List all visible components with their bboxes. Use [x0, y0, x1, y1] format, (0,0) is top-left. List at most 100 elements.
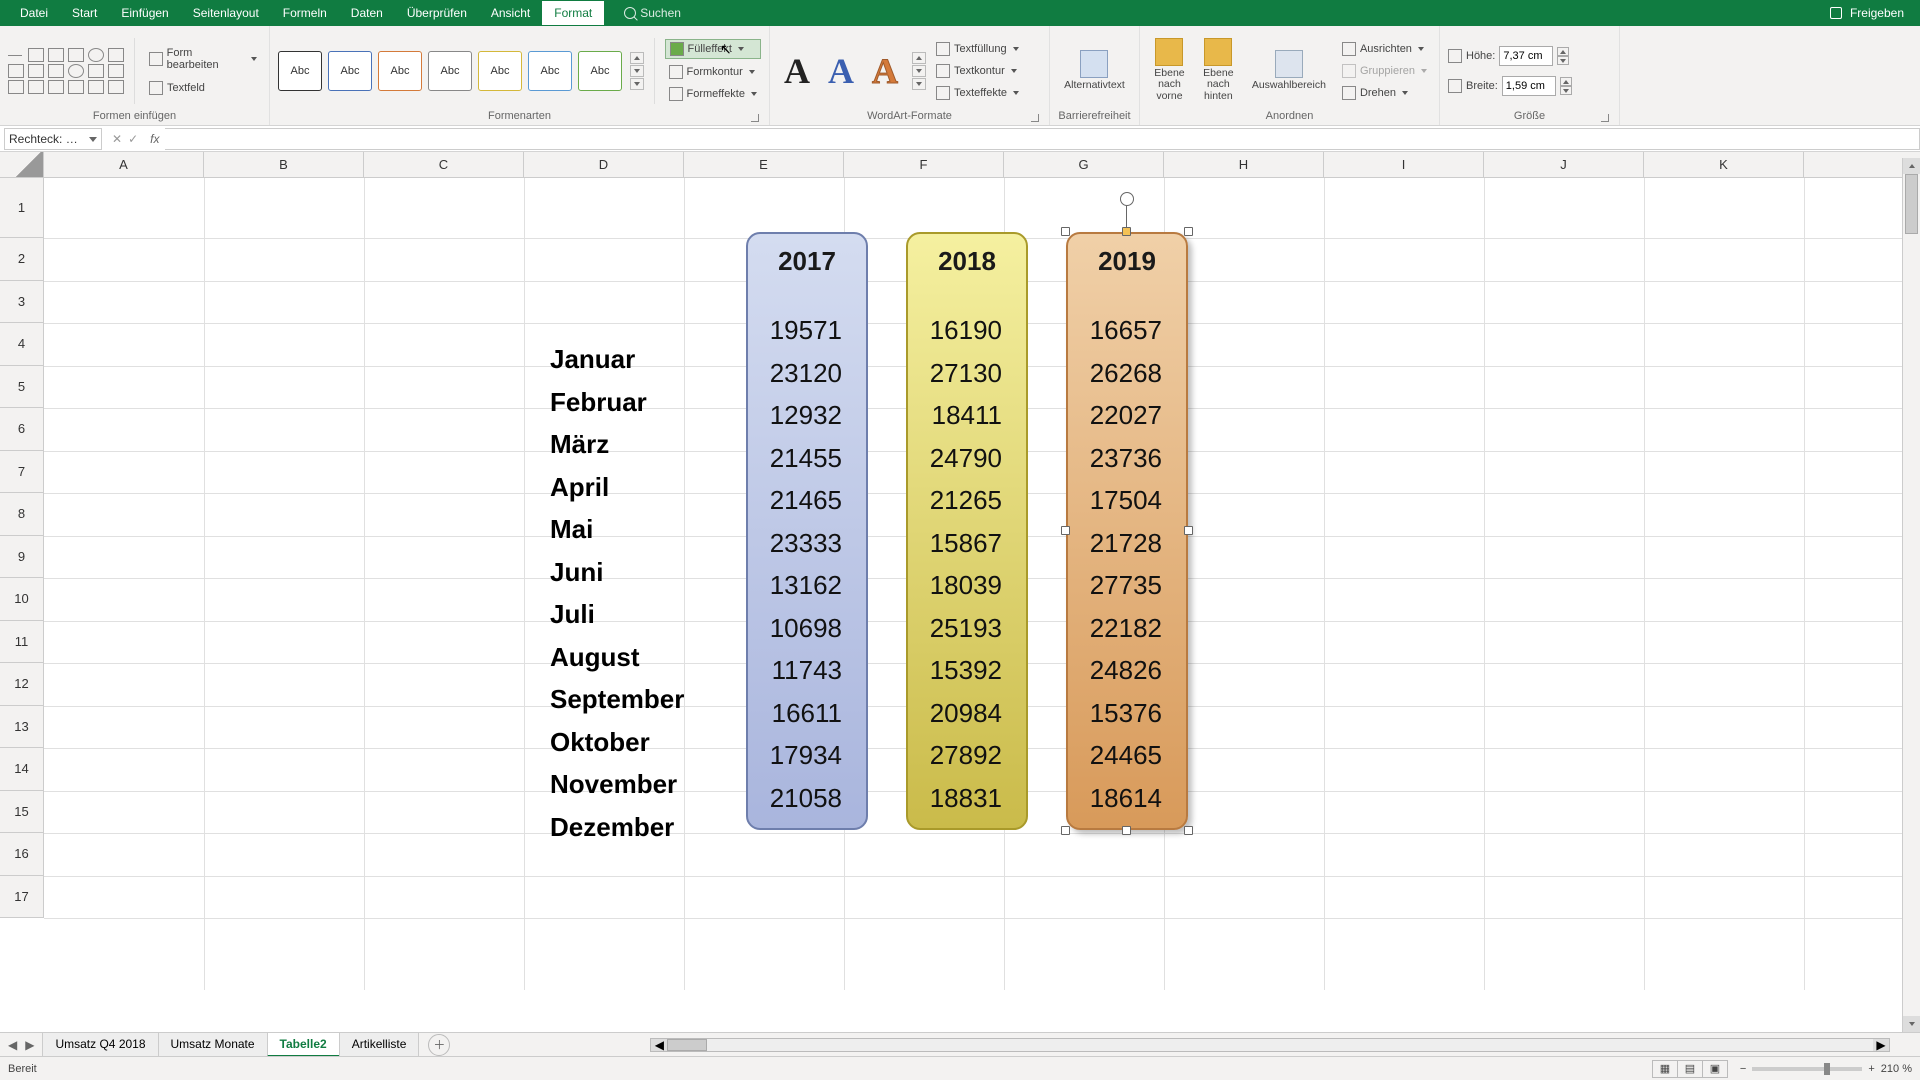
style-thumb[interactable]: Abc [378, 51, 422, 91]
fx-icon[interactable]: fx [144, 132, 165, 146]
row-header[interactable]: 6 [0, 408, 44, 451]
add-sheet-button[interactable]: ＋ [428, 1034, 450, 1056]
width-spin-down[interactable] [1560, 86, 1572, 95]
style-thumb[interactable]: Abc [578, 51, 622, 91]
tell-me-search[interactable]: Suchen [624, 6, 681, 20]
style-thumb[interactable]: Abc [478, 51, 522, 91]
text-effects-button[interactable]: Texteffekte [932, 84, 1023, 102]
gallery-more[interactable] [630, 78, 644, 90]
shape-effects-button[interactable]: Formeffekte [665, 85, 762, 103]
row-header[interactable]: 1 [0, 178, 44, 238]
gallery-scroll-down[interactable] [630, 65, 644, 77]
scroll-up[interactable] [1903, 158, 1920, 174]
menu-tab-seitenlayout[interactable]: Seitenlayout [181, 1, 271, 25]
view-page-break[interactable]: ▣ [1702, 1060, 1728, 1078]
column-header[interactable]: I [1324, 152, 1484, 177]
edit-shape-button[interactable]: Form bearbeiten [145, 45, 261, 73]
scroll-down[interactable] [1903, 1016, 1920, 1032]
row-header[interactable]: 3 [0, 281, 44, 324]
column-header[interactable]: E [684, 152, 844, 177]
menu-tab-ansicht[interactable]: Ansicht [479, 1, 542, 25]
gallery-scroll-down[interactable] [912, 65, 926, 77]
row-header[interactable]: 4 [0, 323, 44, 366]
zoom-out[interactable]: − [1740, 1063, 1746, 1075]
scroll-right[interactable]: ▶ [1873, 1039, 1889, 1051]
shape-2019-selected[interactable]: 2019 16657262682202723736175042172827735… [1066, 232, 1188, 830]
wordart-gallery[interactable]: A A A [778, 48, 926, 94]
share-button[interactable]: Freigeben [1850, 6, 1904, 20]
column-header[interactable]: D [524, 152, 684, 177]
wordart-style[interactable]: A [778, 48, 816, 94]
gallery-scroll-up[interactable] [630, 52, 644, 64]
text-fill-button[interactable]: Textfüllung [932, 40, 1023, 58]
row-header[interactable]: 17 [0, 876, 44, 919]
column-header[interactable]: K [1644, 152, 1804, 177]
gallery-scroll-up[interactable] [912, 52, 926, 64]
column-headers[interactable]: ABCDEFGHIJK [0, 152, 1920, 178]
column-header[interactable]: F [844, 152, 1004, 177]
column-header[interactable]: H [1164, 152, 1324, 177]
menu-tab-daten[interactable]: Daten [339, 1, 395, 25]
shape-style-gallery[interactable]: Abc Abc Abc Abc Abc Abc Abc [278, 51, 644, 91]
tab-nav-prev[interactable]: ◀ [8, 1038, 17, 1052]
shape-2017[interactable]: 2017 19571231201293221455214652333313162… [746, 232, 868, 830]
column-header[interactable]: B [204, 152, 364, 177]
rotate-button[interactable]: Drehen [1338, 84, 1431, 102]
row-header[interactable]: 14 [0, 748, 44, 791]
row-header[interactable]: 5 [0, 366, 44, 409]
view-normal[interactable]: ▦ [1652, 1060, 1678, 1078]
width-spin-up[interactable] [1560, 77, 1572, 86]
height-input[interactable] [1499, 46, 1553, 66]
gallery-more[interactable] [912, 78, 926, 90]
zoom-slider[interactable] [1752, 1067, 1862, 1071]
shape-gallery[interactable] [8, 48, 124, 94]
menu-tab-formeln[interactable]: Formeln [271, 1, 339, 25]
row-header[interactable]: 12 [0, 663, 44, 706]
name-box[interactable]: Rechteck: … [4, 128, 102, 150]
style-thumb[interactable]: Abc [328, 51, 372, 91]
horizontal-scrollbar[interactable]: ◀ ▶ [650, 1038, 1890, 1052]
wordart-style[interactable]: A [822, 48, 860, 94]
wordart-style[interactable]: A [866, 48, 904, 94]
height-spin-down[interactable] [1557, 56, 1569, 65]
sheet-tab[interactable]: Umsatz Monate [158, 1032, 268, 1057]
textbox-button[interactable]: Textfeld [145, 79, 261, 97]
align-button[interactable]: Ausrichten [1338, 40, 1431, 58]
style-thumb[interactable]: Abc [278, 51, 322, 91]
select-all-corner[interactable] [0, 152, 44, 177]
column-header[interactable]: G [1004, 152, 1164, 177]
zoom-in[interactable]: + [1868, 1063, 1874, 1075]
alt-text-button[interactable]: Alternativtext [1058, 48, 1131, 94]
row-header[interactable]: 11 [0, 621, 44, 664]
column-header[interactable]: C [364, 152, 524, 177]
menu-tab-start[interactable]: Start [60, 1, 109, 25]
worksheet[interactable]: ABCDEFGHIJK 1234567891011121314151617 Ja… [0, 152, 1920, 990]
column-header[interactable]: J [1484, 152, 1644, 177]
zoom-level[interactable]: 210 % [1881, 1063, 1912, 1075]
shape-2018[interactable]: 2018 16190271301841124790212651586718039… [906, 232, 1028, 830]
column-header[interactable]: A [44, 152, 204, 177]
row-header[interactable]: 8 [0, 493, 44, 536]
row-header[interactable]: 13 [0, 706, 44, 749]
vertical-scrollbar[interactable] [1902, 158, 1920, 1032]
bring-forward-button[interactable]: Ebene nach vorne [1148, 36, 1191, 107]
menu-tab-datei[interactable]: Datei [8, 1, 60, 25]
row-header[interactable]: 9 [0, 536, 44, 579]
scroll-thumb[interactable] [1905, 174, 1918, 234]
style-thumb[interactable]: Abc [528, 51, 572, 91]
scroll-left[interactable]: ◀ [651, 1039, 667, 1051]
shape-outline-button[interactable]: Formkontur [665, 63, 762, 81]
row-header[interactable]: 7 [0, 451, 44, 494]
send-backward-button[interactable]: Ebene nach hinten [1197, 36, 1240, 107]
shape-fill-button[interactable]: Fülleffekt [665, 39, 762, 59]
row-header[interactable]: 15 [0, 791, 44, 834]
width-input[interactable] [1502, 76, 1556, 96]
menu-tab-einfügen[interactable]: Einfügen [109, 1, 180, 25]
style-thumb[interactable]: Abc [428, 51, 472, 91]
row-header[interactable]: 2 [0, 238, 44, 281]
text-outline-button[interactable]: Textkontur [932, 62, 1023, 80]
menu-tab-überprüfen[interactable]: Überprüfen [395, 1, 479, 25]
selection-pane-button[interactable]: Auswahlbereich [1246, 48, 1332, 94]
row-header[interactable]: 10 [0, 578, 44, 621]
sheet-tab[interactable]: Umsatz Q4 2018 [42, 1032, 158, 1057]
